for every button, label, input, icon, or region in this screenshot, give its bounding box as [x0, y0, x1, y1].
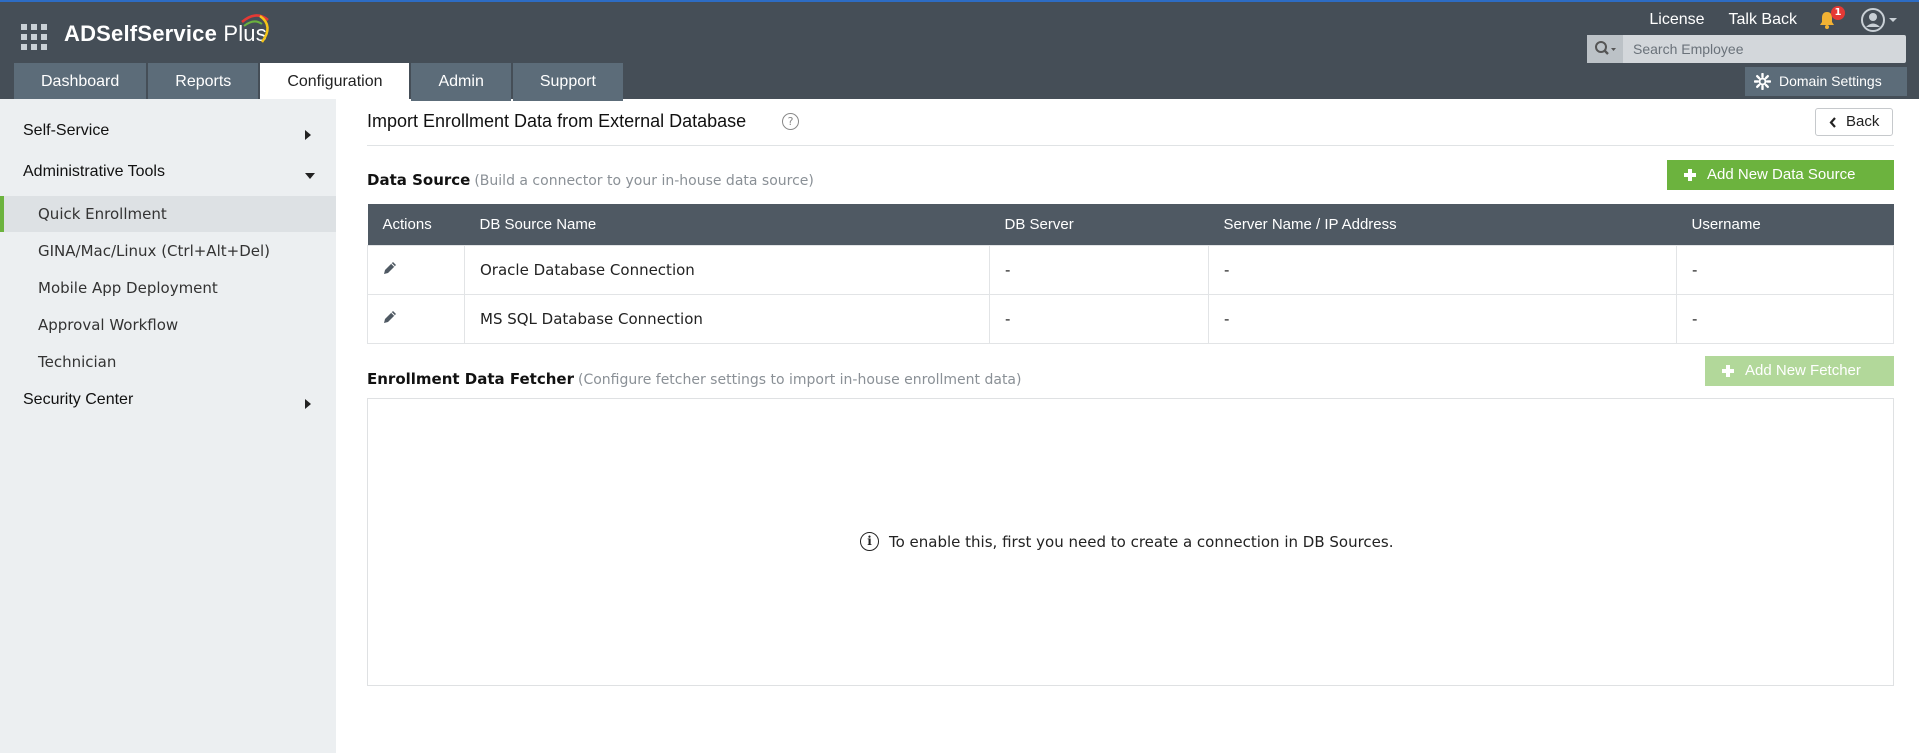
sidebar-item-mobile-app[interactable]: Mobile App Deployment — [0, 270, 336, 306]
data-source-table: Actions DB Source Name DB Server Server … — [367, 204, 1894, 344]
main-tabs: Dashboard Reports Configuration Admin Su… — [14, 63, 625, 101]
back-button[interactable]: Back — [1815, 108, 1893, 136]
actions-cell — [367, 293, 465, 344]
data-source-subtitle: (Build a connector to your in-house data… — [474, 173, 814, 189]
notification-badge: 1 — [1831, 6, 1845, 20]
db-source-name-cell: MS SQL Database Connection — [464, 293, 990, 344]
caret-right-icon — [305, 399, 311, 409]
server-ip-cell: - — [1208, 293, 1677, 344]
actions-cell — [367, 244, 465, 295]
add-fetcher-button[interactable]: Add New Fetcher — [1705, 356, 1894, 386]
edit-pencil-icon[interactable] — [382, 309, 398, 325]
sidebar-administrative-tools[interactable]: Administrative Tools — [23, 163, 165, 181]
plus-icon — [1722, 365, 1734, 377]
edit-pencil-icon[interactable] — [382, 260, 398, 276]
column-header-actions: Actions — [367, 204, 465, 245]
help-icon[interactable]: ? — [782, 113, 799, 130]
fetcher-label: Enrollment Data Fetcher — [367, 370, 574, 388]
tab-dashboard[interactable]: Dashboard — [14, 63, 147, 101]
tab-reports[interactable]: Reports — [148, 63, 259, 101]
info-icon: i — [860, 532, 879, 551]
sidebar-item-gina[interactable]: GINA/Mac/Linux (Ctrl+Alt+Del) — [0, 233, 336, 269]
gear-icon — [1754, 73, 1771, 90]
plus-icon — [1684, 169, 1696, 181]
caret-right-icon — [305, 130, 311, 140]
top-header: ADSelfService Plus License Talk Back 1 S… — [0, 0, 1919, 101]
notification-bell-icon[interactable]: 1 — [1817, 6, 1847, 32]
sidebar-item-technician[interactable]: Technician — [0, 344, 336, 380]
user-avatar-icon[interactable] — [1861, 8, 1901, 32]
back-label: Back — [1846, 113, 1880, 130]
db-server-cell: - — [989, 293, 1209, 344]
fetcher-message-text: To enable this, first you need to create… — [889, 532, 1394, 551]
search-icon[interactable] — [1587, 35, 1623, 63]
license-link[interactable]: License — [1637, 11, 1716, 29]
sidebar: Self-Service Administrative Tools Quick … — [0, 99, 336, 753]
add-data-source-label: Add New Data Source — [1707, 166, 1856, 183]
top-links: License Talk Back 1 — [1637, 6, 1901, 32]
domain-settings-label: Domain Settings — [1779, 73, 1882, 89]
sidebar-item-quick-enrollment[interactable]: Quick Enrollment — [0, 196, 336, 232]
tab-support[interactable]: Support — [512, 63, 623, 101]
chevron-left-icon — [1829, 117, 1836, 128]
table-row: MS SQL Database Connection - - - — [367, 293, 1894, 344]
logo-arc-icon — [241, 14, 269, 43]
caret-down-icon — [305, 173, 315, 179]
db-server-cell: - — [989, 244, 1209, 295]
server-ip-cell: - — [1208, 244, 1677, 295]
sidebar-item-approval-workflow[interactable]: Approval Workflow — [0, 307, 336, 343]
username-cell: - — [1676, 244, 1894, 295]
search-input[interactable] — [1623, 35, 1906, 63]
table-row: Oracle Database Connection - - - — [367, 244, 1894, 295]
app-grid-icon[interactable] — [21, 24, 47, 50]
column-header-username[interactable]: Username — [1676, 204, 1894, 245]
domain-settings-button[interactable]: Domain Settings — [1745, 67, 1907, 96]
db-source-name-cell: Oracle Database Connection — [464, 244, 990, 295]
add-fetcher-label: Add New Fetcher — [1745, 362, 1861, 379]
talk-back-link[interactable]: Talk Back — [1717, 11, 1809, 29]
tab-admin[interactable]: Admin — [411, 63, 511, 101]
tab-configuration[interactable]: Configuration — [260, 63, 410, 101]
employee-search — [1587, 35, 1906, 63]
fetcher-empty-message: i To enable this, first you need to crea… — [860, 532, 1393, 551]
data-source-label: Data Source — [367, 171, 471, 189]
add-data-source-button[interactable]: Add New Data Source — [1667, 160, 1894, 190]
column-header-db-source-name[interactable]: DB Source Name — [464, 204, 990, 245]
page-title: Import Enrollment Data from External Dat… — [367, 111, 747, 131]
fetcher-subtitle: (Configure fetcher settings to import in… — [578, 372, 1022, 388]
table-header-row: Actions DB Source Name DB Server Server … — [367, 204, 1894, 245]
divider — [367, 145, 1894, 146]
sidebar-self-service[interactable]: Self-Service — [23, 122, 109, 140]
sidebar-security-center[interactable]: Security Center — [23, 391, 133, 409]
column-header-server-ip[interactable]: Server Name / IP Address — [1208, 204, 1677, 245]
data-source-heading: Data Source (Build a connector to your in… — [367, 171, 814, 189]
username-cell: - — [1676, 293, 1894, 344]
fetcher-heading: Enrollment Data Fetcher (Configure fetche… — [367, 370, 1021, 388]
column-header-db-server[interactable]: DB Server — [989, 204, 1209, 245]
